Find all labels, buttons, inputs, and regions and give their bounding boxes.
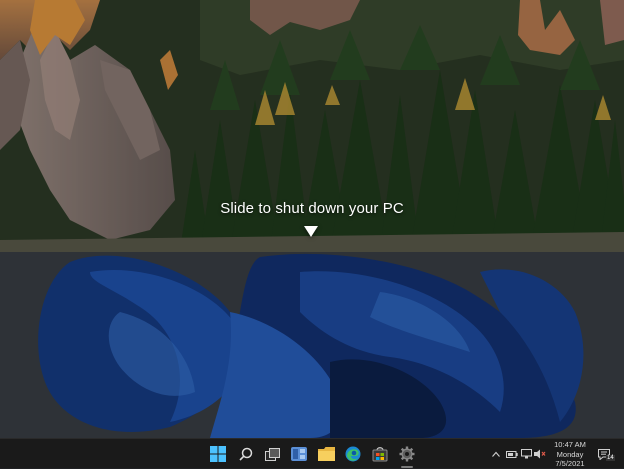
bloom-wallpaper-image xyxy=(0,252,624,438)
edge-icon[interactable] xyxy=(343,444,363,464)
volume-muted-icon[interactable] xyxy=(534,448,546,460)
network-icon[interactable] xyxy=(520,448,532,460)
folder-icon[interactable] xyxy=(316,444,336,464)
slide-to-shutdown-panel[interactable]: Slide to shut down your PC xyxy=(0,0,624,252)
clock-date: 7/5/2021 xyxy=(555,459,585,468)
slide-down-arrow-icon[interactable] xyxy=(304,226,318,237)
notification-count-badge: 14 xyxy=(606,455,615,461)
task-view-icon[interactable] xyxy=(262,444,282,464)
search-icon[interactable] xyxy=(236,444,256,464)
windows-logo-icon[interactable] xyxy=(208,444,228,464)
desktop-wallpaper xyxy=(0,252,624,438)
clock[interactable]: 10:47 AM Monday 7/5/2021 xyxy=(550,439,590,469)
clock-time: 10:47 AM xyxy=(554,440,586,449)
shutdown-prompt: Slide to shut down your PC xyxy=(220,200,404,217)
gear-icon[interactable] xyxy=(397,444,417,464)
clock-day: Monday xyxy=(556,449,584,459)
chevron-up-icon[interactable] xyxy=(491,448,501,460)
widgets-icon[interactable] xyxy=(289,444,309,464)
battery-icon[interactable] xyxy=(506,448,518,460)
store-icon[interactable] xyxy=(370,444,390,464)
taskbar: 10:47 AM Monday 7/5/2021 14 xyxy=(0,438,624,468)
